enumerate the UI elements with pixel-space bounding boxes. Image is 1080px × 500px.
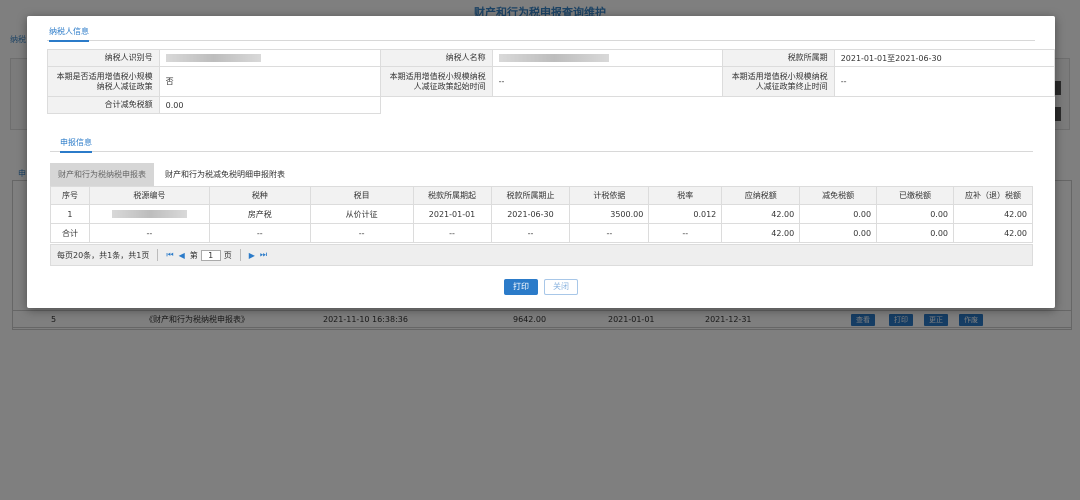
last-page-icon[interactable]: ⏭ [260, 250, 267, 260]
masked-value [111, 210, 187, 218]
cell-period-start: 2021-01-01 [412, 204, 492, 224]
report-subtabs: 财产和行为税纳税申报表 财产和行为税减免税明细申报附表 [50, 163, 1033, 186]
first-page-icon[interactable]: ⏮ [166, 250, 173, 260]
policy-end-value: -- [833, 66, 1056, 97]
policy-start-value: -- [491, 66, 724, 97]
pagination-summary: 每页20条，共1条，共1页 [57, 250, 150, 260]
col-header: 减免税额 [799, 186, 878, 205]
tab-declaration-info[interactable]: 申报信息 [60, 137, 92, 153]
cell-dash: -- [569, 223, 650, 243]
tax-period-value: 2021-01-01至2021-06-30 [833, 49, 1056, 67]
col-header: 已缴税额 [876, 186, 954, 205]
declaration-table: 序号 税源编号 税种 税目 税款所属期起 税款所属期止 计税依据 税率 应纳税额… [50, 186, 1033, 243]
table-row: 1 房产税 从价计征 2021-01-01 2021-06-30 3500.00… [50, 204, 1033, 224]
cell-payable: 42.00 [721, 204, 801, 224]
cell-rate: 0.012 [648, 204, 723, 224]
cell-source-id [88, 204, 210, 224]
col-header: 税率 [648, 186, 723, 205]
subtab-reduction-schedule[interactable]: 财产和行为税减免税明细申报附表 [157, 163, 293, 186]
taxpayer-name-value [491, 49, 724, 67]
pagination-bar: 每页20条，共1条，共1页 ⏮ ◀ 第 1 页 ▶ ⏭ [50, 244, 1033, 266]
cell-total-label: 合计 [50, 223, 90, 243]
declaration-detail-modal: 纳税人信息 纳税人识别号 纳税人名称 税款所属期 2021-01-01至2021… [27, 16, 1056, 308]
page-prefix: 第 [189, 250, 198, 260]
col-header: 税目 [309, 186, 414, 205]
col-header: 税源编号 [88, 186, 210, 205]
cell-dash: -- [208, 223, 311, 243]
cell-total-due: 42.00 [953, 223, 1033, 243]
small-scale-value: 否 [158, 66, 381, 97]
col-header: 计税依据 [569, 186, 650, 205]
cell-dash: -- [88, 223, 210, 243]
page-number-input[interactable]: 1 [200, 249, 221, 261]
cell-total-paid: 0.00 [876, 223, 954, 243]
cell-dash: -- [648, 223, 723, 243]
col-header: 应纳税额 [721, 186, 801, 205]
taxpayer-info-table: 纳税人识别号 纳税人名称 税款所属期 2021-01-01至2021-06-30… [47, 49, 1056, 114]
cell-tax-item: 从价计征 [309, 204, 414, 224]
close-button[interactable]: 关闭 [544, 279, 578, 295]
cell-period-end: 2021-06-30 [490, 204, 571, 224]
policy-start-label: 本期适用增值税小规模纳税人减征政策起始时间 [379, 66, 493, 97]
taxpayer-id-value [158, 49, 381, 67]
cell-index: 1 [50, 204, 90, 224]
subtab-declaration-form[interactable]: 财产和行为税纳税申报表 [50, 163, 154, 186]
col-header: 税种 [208, 186, 311, 205]
tab-taxpayer-info[interactable]: 纳税人信息 [49, 26, 89, 42]
total-reduction-label: 合计减免税额 [47, 96, 160, 114]
masked-value [498, 54, 609, 62]
table-header-row: 序号 税源编号 税种 税目 税款所属期起 税款所属期止 计税依据 税率 应纳税额… [50, 186, 1033, 205]
cell-dash: -- [412, 223, 492, 243]
pager-divider [239, 249, 241, 261]
col-header: 税款所属期起 [412, 186, 492, 205]
small-scale-label: 本期是否适用增值税小规模纳税人减征政策 [47, 66, 160, 97]
cell-total-reduction: 0.00 [799, 223, 878, 243]
cell-dash: -- [309, 223, 414, 243]
col-header: 序号 [50, 186, 90, 205]
masked-value [165, 54, 261, 62]
taxpayer-id-label: 纳税人识别号 [47, 49, 160, 67]
divider [47, 40, 1035, 41]
table-total-row: 合计 -- -- -- -- -- -- -- 42.00 0.00 0.00 … [50, 223, 1033, 243]
cell-due: 42.00 [953, 204, 1033, 224]
cell-tax-type: 房产税 [208, 204, 311, 224]
col-header: 税款所属期止 [490, 186, 571, 205]
prev-page-icon[interactable]: ◀ [179, 251, 185, 260]
taxpayer-name-label: 纳税人名称 [379, 49, 493, 67]
page-suffix: 页 [223, 250, 232, 260]
policy-end-label: 本期适用增值税小规模纳税人减征政策终止时间 [722, 66, 835, 97]
col-header: 应补（退）税额 [953, 186, 1033, 205]
cell-total-payable: 42.00 [721, 223, 801, 243]
tax-period-label: 税款所属期 [722, 49, 835, 67]
total-reduction-value: 0.00 [158, 96, 381, 114]
pager-divider [157, 249, 159, 261]
cell-reduction: 0.00 [799, 204, 878, 224]
next-page-icon[interactable]: ▶ [249, 251, 255, 260]
divider [50, 151, 1033, 152]
cell-dash: -- [490, 223, 571, 243]
cell-paid: 0.00 [876, 204, 954, 224]
cell-basis: 3500.00 [569, 204, 650, 224]
print-button[interactable]: 打印 [504, 279, 538, 295]
